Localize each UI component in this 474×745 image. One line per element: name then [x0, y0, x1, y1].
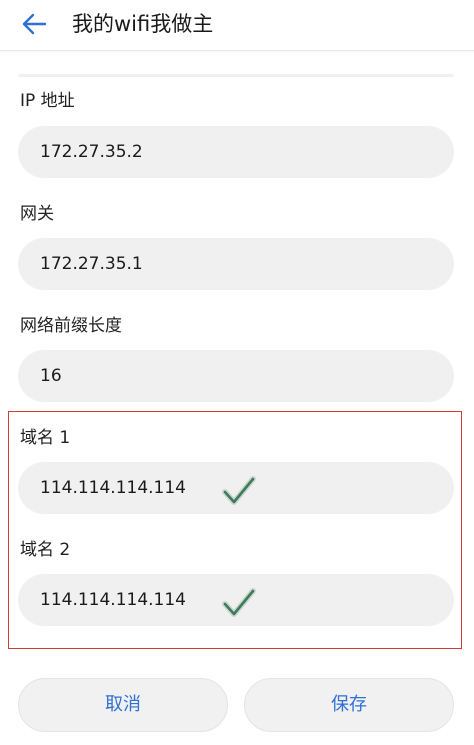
dns1-value: 114.114.114.114 [40, 478, 187, 498]
gateway-input[interactable]: 172.27.35.1 [18, 238, 454, 290]
dns1-input[interactable]: 114.114.114.114 [18, 462, 454, 514]
static-ip-settings-screen: 我的wifi我做主 IP 地址 172.27.35.2 网关 172.27.35… [0, 0, 474, 745]
cancel-button[interactable]: 取消 [18, 678, 228, 732]
prefix-length-input[interactable]: 16 [18, 350, 454, 402]
dns2-label: 域名 2 [20, 540, 71, 560]
ip-address-label: IP 地址 [20, 91, 75, 111]
save-button[interactable]: 保存 [244, 678, 454, 732]
ip-address-input[interactable]: 172.27.35.2 [18, 126, 454, 178]
dns2-input[interactable]: 114.114.114.114 [18, 574, 454, 626]
checkmark-icon [222, 476, 256, 505]
arrow-left-icon [22, 13, 47, 35]
dns2-value: 114.114.114.114 [40, 590, 187, 610]
back-button[interactable] [14, 7, 54, 41]
checkmark-icon [222, 588, 256, 617]
page-title: 我的wifi我做主 [72, 12, 214, 36]
gateway-label: 网关 [20, 204, 54, 224]
app-bar: 我的wifi我做主 [0, 0, 474, 51]
prefix-length-label: 网络前缀长度 [20, 316, 122, 336]
divider [18, 74, 454, 77]
dns1-label: 域名 1 [20, 428, 71, 448]
